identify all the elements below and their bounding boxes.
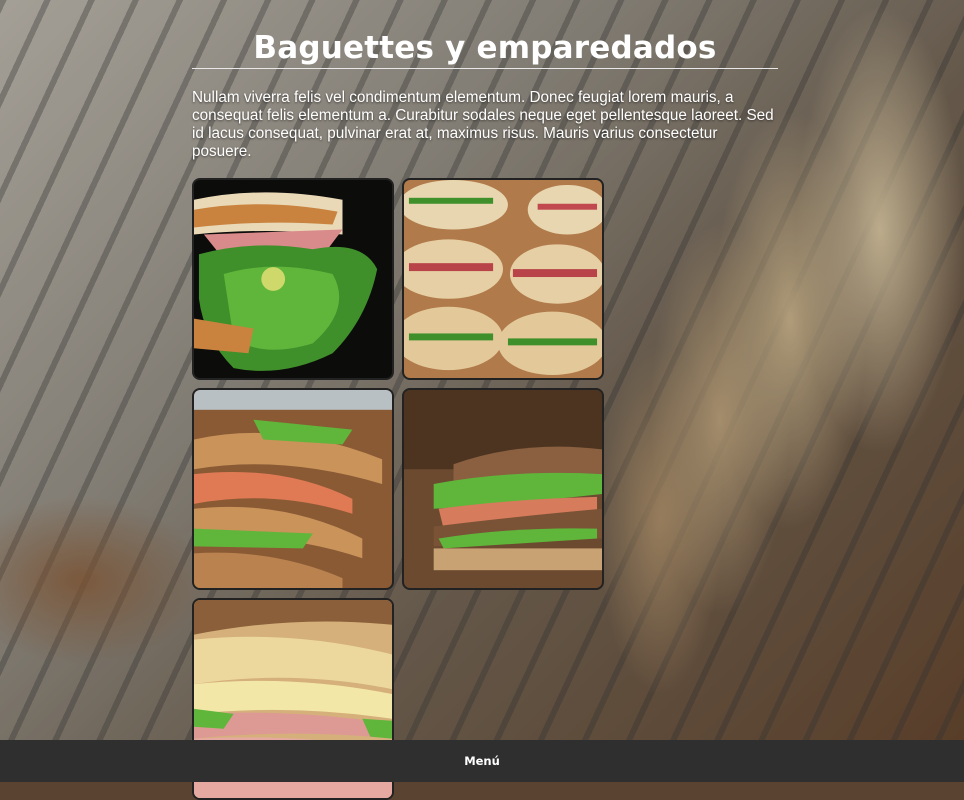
gallery-image-sandwich-platter[interactable] bbox=[192, 388, 394, 590]
image-gallery bbox=[192, 178, 778, 800]
main-content: Baguettes y emparedados Nullam viverra f… bbox=[192, 28, 778, 800]
menu-button[interactable]: Menú bbox=[464, 754, 500, 768]
footer-bar: Menú bbox=[0, 740, 964, 782]
page-description: Nullam viverra felis vel condimentum ele… bbox=[192, 89, 774, 160]
gallery-image-stacked-baguettes[interactable] bbox=[402, 178, 604, 380]
title-divider bbox=[192, 68, 778, 69]
page-title: Baguettes y emparedados bbox=[253, 30, 717, 66]
gallery-image-multigrain-sandwich[interactable] bbox=[402, 388, 604, 590]
gallery-image-sandwich-lettuce[interactable] bbox=[192, 178, 394, 380]
